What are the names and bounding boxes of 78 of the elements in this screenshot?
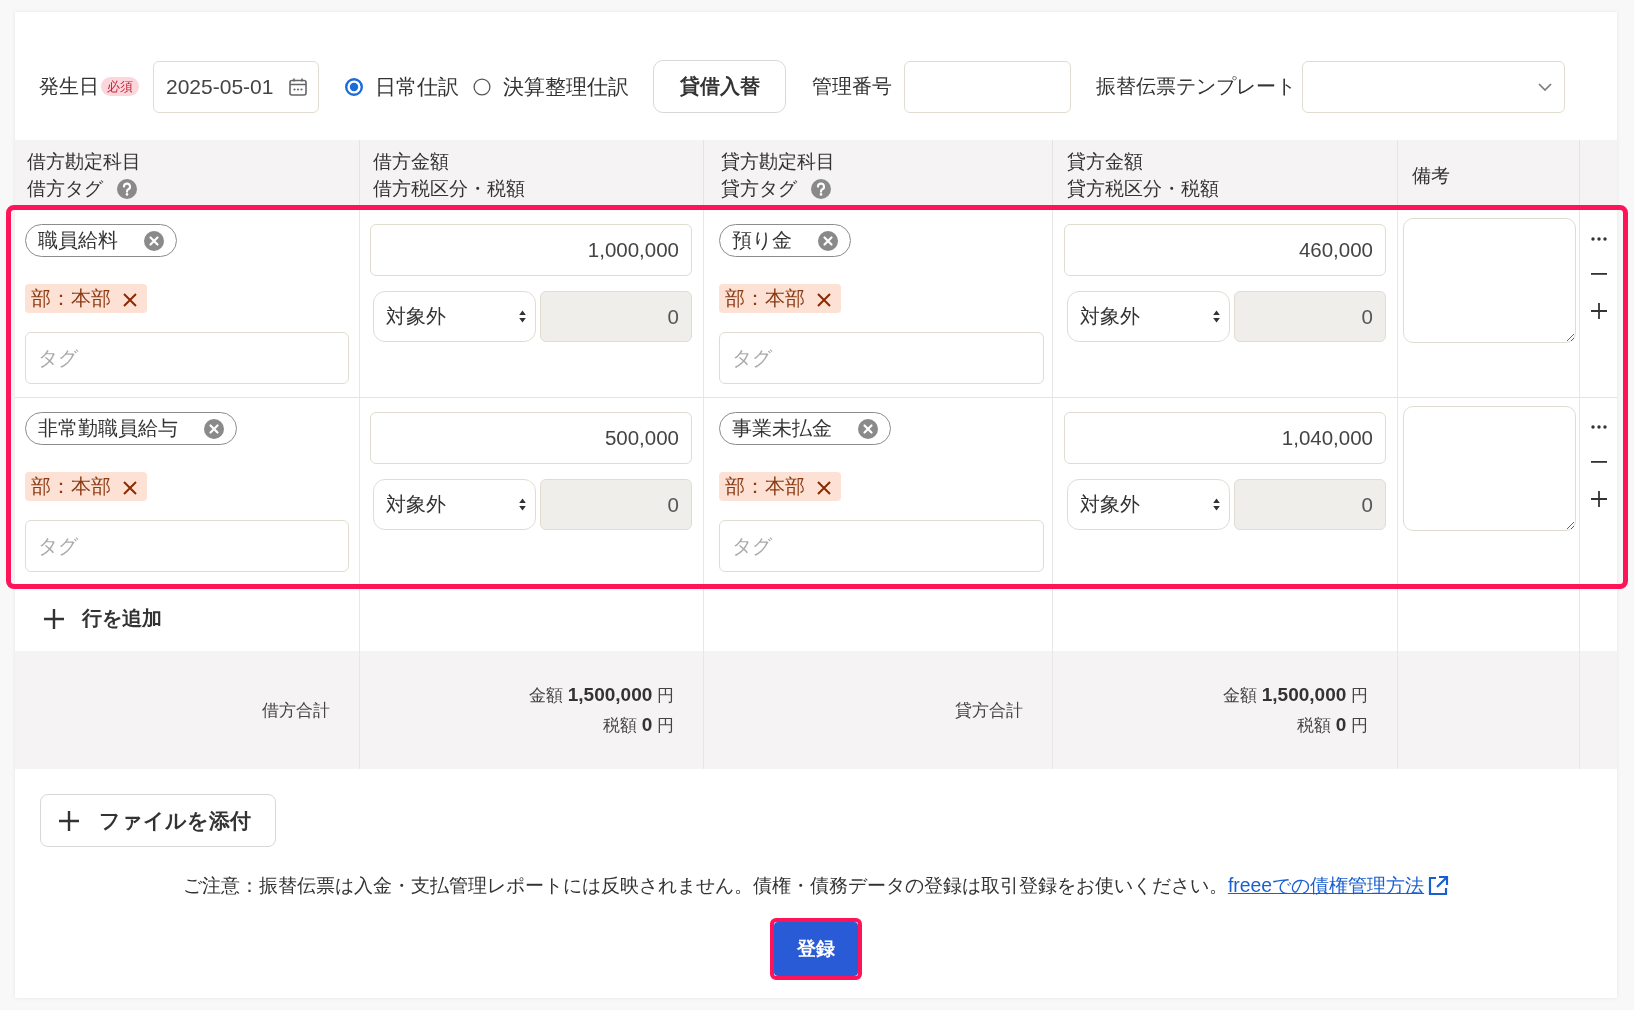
more-icon[interactable] <box>1590 237 1607 241</box>
clear-icon[interactable] <box>858 418 878 439</box>
updown-caret-icon <box>519 498 526 511</box>
required-badge: 必須 <box>101 77 139 96</box>
column-header: 貸方金額 <box>1067 150 1143 174</box>
column-header: 借方タグ <box>27 177 103 201</box>
chevron-down-icon <box>1538 82 1552 91</box>
tag-label: 部：本部 <box>725 474 805 499</box>
tag-input[interactable]: タグ <box>25 332 349 384</box>
tax-select[interactable]: 対象外 <box>1067 291 1230 342</box>
radio-button[interactable] <box>473 77 491 96</box>
account-name: 職員給料 <box>38 228 118 253</box>
date-label: 発生日 <box>39 74 99 99</box>
total-tax: 税額 0 円 <box>1296 713 1368 737</box>
minus-icon[interactable] <box>1590 461 1607 463</box>
radio-label[interactable]: 決算整理仕訳 <box>503 72 629 101</box>
help-icon[interactable] <box>117 178 137 199</box>
swap-button[interactable]: 貸借入替 <box>653 60 786 113</box>
updown-caret-icon <box>519 310 526 323</box>
field-label: 管理番号 <box>812 74 892 99</box>
calendar-icon[interactable] <box>288 76 308 97</box>
plus-icon[interactable] <box>1590 303 1607 319</box>
minus-icon[interactable] <box>1590 273 1607 275</box>
note-field[interactable] <box>1403 218 1576 343</box>
more-icon[interactable] <box>1590 425 1607 429</box>
total-label: 貸方合計 <box>955 699 1023 722</box>
plus-icon[interactable] <box>1590 491 1607 507</box>
notice-text: ご注意：振替伝票は入金・支払管理レポートには反映されません。債権・債務データの登録は取引登録をお使いください。freeeでの債権管理方法 <box>182 872 1450 899</box>
date-field[interactable]: 2025-05-01 <box>153 60 319 113</box>
plus-icon <box>59 810 79 831</box>
account-name: 事業未払金 <box>732 416 832 441</box>
updown-caret-icon <box>1213 310 1220 323</box>
amount-input[interactable]: 460,000 <box>1064 224 1386 276</box>
tax-select[interactable]: 対象外 <box>1067 479 1230 530</box>
column-header: 貸方タグ <box>721 177 797 201</box>
updown-caret-icon <box>1213 498 1220 511</box>
attach-file-button[interactable]: ファイルを添付 <box>40 794 276 847</box>
column-header: 借方勘定科目 <box>27 150 141 174</box>
external-link-icon <box>1427 874 1450 897</box>
tag-label: 部：本部 <box>31 474 111 499</box>
column-header: 貸方税区分・税額 <box>1067 177 1219 201</box>
add-row-button[interactable]: 行を追加 <box>15 586 162 651</box>
tag-input[interactable]: タグ <box>719 520 1044 572</box>
clear-icon[interactable] <box>818 230 838 251</box>
help-link[interactable]: freeeでの債権管理方法 <box>1227 872 1450 899</box>
radio-button[interactable] <box>345 77 363 96</box>
column-header: 備考 <box>1412 163 1450 188</box>
clear-icon[interactable] <box>144 230 164 251</box>
help-icon[interactable] <box>811 178 831 199</box>
amount-input[interactable]: 1,040,000 <box>1064 412 1386 464</box>
total-tax: 税額 0 円 <box>602 713 674 737</box>
tag-input[interactable]: タグ <box>25 520 349 572</box>
total-label: 借方合計 <box>262 699 330 722</box>
plus-icon <box>44 608 64 629</box>
amount-input[interactable]: 500,000 <box>370 412 692 464</box>
tax-select[interactable]: 対象外 <box>373 479 536 530</box>
total-amount: 金額 1,500,000 円 <box>1223 683 1368 707</box>
close-icon[interactable] <box>817 481 831 495</box>
tax-select[interactable]: 対象外 <box>373 291 536 342</box>
column-header: 借方金額 <box>373 150 449 174</box>
column-header: 貸方勘定科目 <box>721 150 835 174</box>
account-name: 預り金 <box>732 228 792 253</box>
tag-label: 部：本部 <box>725 286 805 311</box>
amount-input[interactable]: 1,000,000 <box>370 224 692 276</box>
close-icon[interactable] <box>123 293 137 307</box>
clear-icon[interactable] <box>204 418 224 439</box>
account-name: 非常勤職員給与 <box>38 416 178 441</box>
close-icon[interactable] <box>817 293 831 307</box>
tag-label: 部：本部 <box>31 286 111 311</box>
close-icon[interactable] <box>123 481 137 495</box>
register-button[interactable]: 登録 <box>774 922 858 976</box>
column-header: 借方税区分・税額 <box>373 177 525 201</box>
note-field[interactable] <box>1403 406 1576 531</box>
total-amount: 金額 1,500,000 円 <box>529 683 674 707</box>
radio-label[interactable]: 日常仕訳 <box>375 72 459 101</box>
input-field[interactable] <box>904 60 1071 113</box>
tag-input[interactable]: タグ <box>719 332 1044 384</box>
field-label: 振替伝票テンプレート <box>1096 74 1296 99</box>
